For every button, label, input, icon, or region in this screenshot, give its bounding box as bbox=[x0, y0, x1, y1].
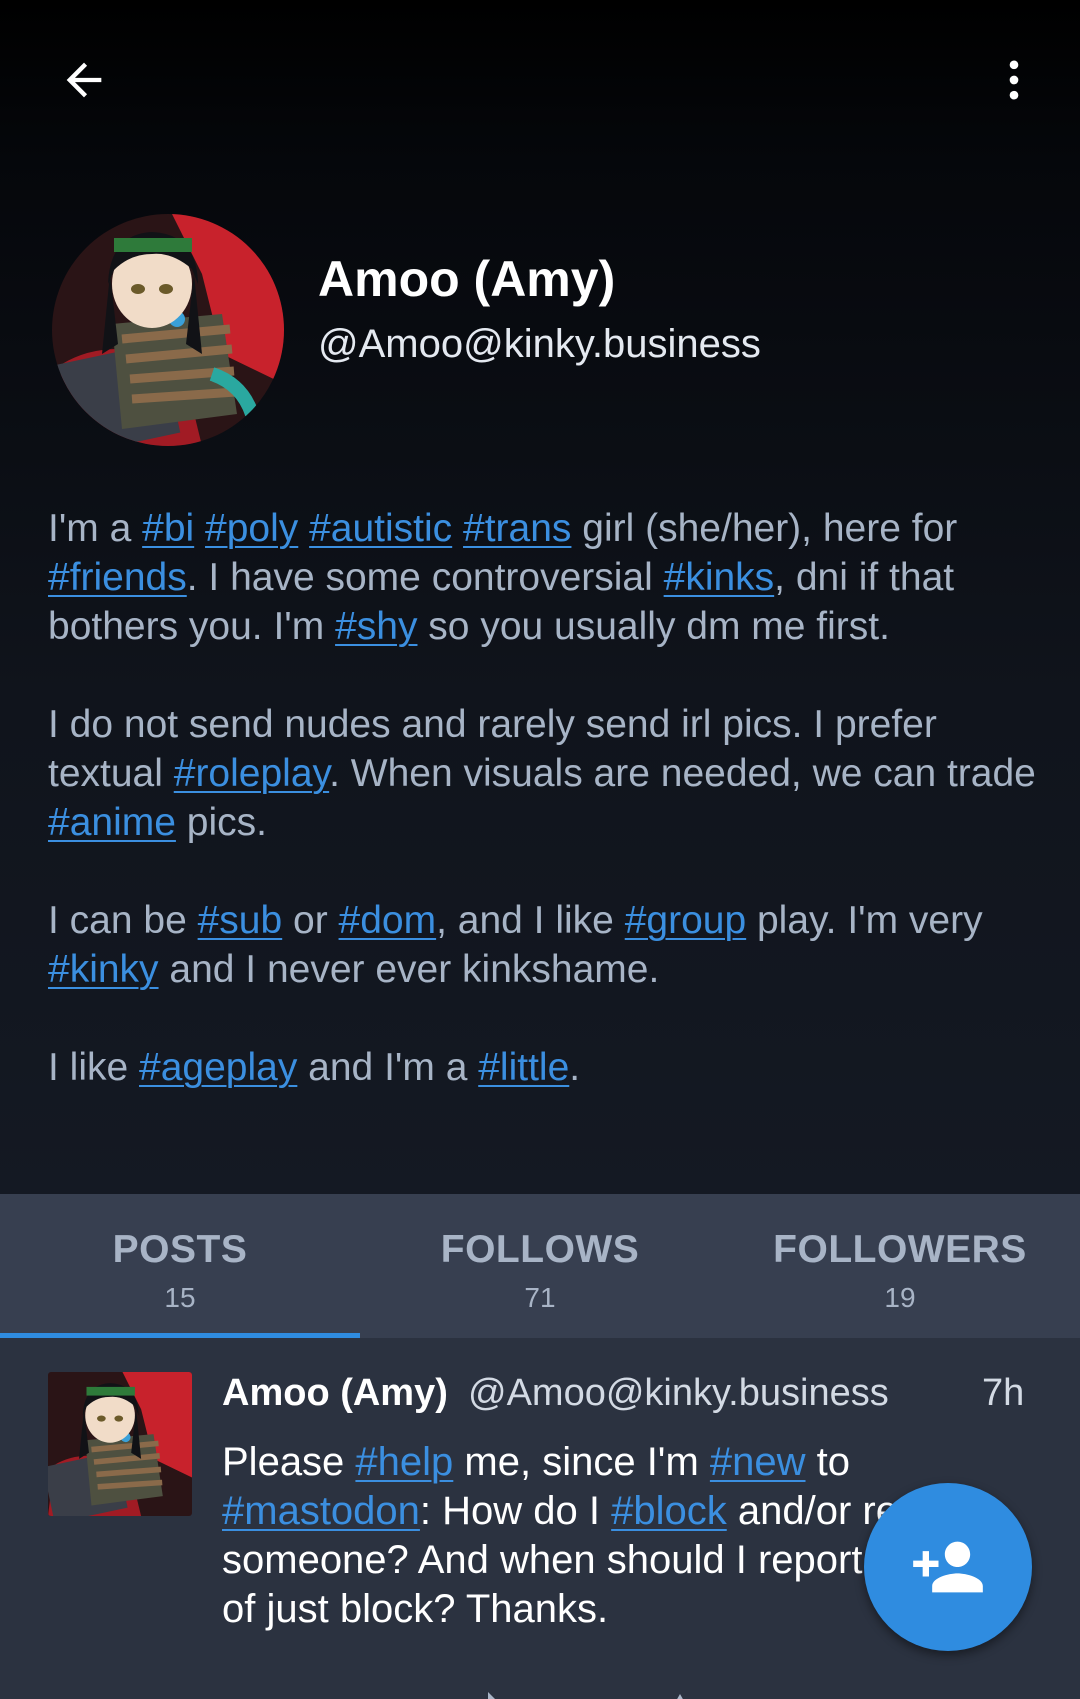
hashtag-link[interactable]: #shy bbox=[335, 605, 417, 648]
status-actions bbox=[480, 1678, 720, 1699]
tab-followers[interactable]: FOLLOWERS 19 bbox=[720, 1194, 1080, 1338]
bio-text: I'm a bbox=[48, 507, 143, 550]
bio-text bbox=[298, 507, 309, 550]
boost-icon bbox=[488, 1692, 495, 1699]
tab-count: 71 bbox=[524, 1282, 556, 1313]
status-timestamp: 7h bbox=[982, 1372, 1025, 1414]
bio-text: I like bbox=[48, 1046, 140, 1089]
bio-text: I can be bbox=[48, 899, 198, 942]
bio-text: and I never ever kinkshame. bbox=[158, 948, 660, 991]
bio-text: and I'm a bbox=[297, 1046, 479, 1089]
status-display-name: Amoo (Amy) bbox=[222, 1372, 448, 1414]
favourite-icon bbox=[677, 1694, 683, 1699]
hashtag-link[interactable]: #block bbox=[611, 1489, 727, 1533]
anime-avatar-image bbox=[52, 214, 284, 446]
profile-tabs: POSTS 15 FOLLOWS 71 FOLLOWERS 19 bbox=[0, 1194, 1080, 1338]
tab-follows[interactable]: FOLLOWS 71 bbox=[360, 1194, 720, 1338]
anime-avatar-image bbox=[48, 1372, 192, 1516]
bio-paragraph: I like #ageplay and I'm a #little. bbox=[48, 1043, 1048, 1092]
bio-text: pics. bbox=[175, 801, 267, 844]
hashtag-link[interactable]: #poly bbox=[205, 507, 298, 550]
profile-avatar[interactable] bbox=[52, 214, 284, 446]
hashtag-link[interactable]: #kinky bbox=[48, 948, 159, 991]
bio-text: or bbox=[282, 899, 339, 942]
bio-paragraph: I do not send nudes and rarely send irl … bbox=[48, 700, 1048, 847]
hashtag-link[interactable]: #roleplay bbox=[174, 752, 329, 795]
hashtag-link[interactable]: #sub bbox=[198, 899, 283, 942]
arrow-left-icon bbox=[66, 62, 102, 98]
status-text: to bbox=[805, 1440, 850, 1484]
hashtag-link[interactable]: #ageplay bbox=[139, 1046, 297, 1089]
hashtag-link[interactable]: #dom bbox=[339, 899, 437, 942]
profile-handle: @Amoo@kinky.business bbox=[318, 322, 761, 366]
more-vertical-icon bbox=[1009, 60, 1019, 100]
bio-text: . bbox=[569, 1046, 581, 1089]
bio-text: so you usually dm me first. bbox=[417, 605, 890, 648]
hashtag-link[interactable]: #bi bbox=[142, 507, 194, 550]
tab-posts[interactable]: POSTS 15 bbox=[0, 1194, 360, 1338]
profile-header: Amoo (Amy) @Amoo@kinky.business I'm a #b… bbox=[0, 0, 1080, 1194]
add-person-icon bbox=[913, 1541, 983, 1593]
hashtag-link[interactable]: #kinks bbox=[664, 556, 775, 599]
hashtag-link[interactable]: #trans bbox=[463, 507, 571, 550]
bio-text bbox=[194, 507, 205, 550]
tab-label: FOLLOWERS bbox=[773, 1228, 1027, 1271]
bio-text: . I have some controversial bbox=[186, 556, 664, 599]
profile-display-name: Amoo (Amy) bbox=[318, 251, 616, 307]
hashtag-link[interactable]: #anime bbox=[48, 801, 176, 844]
follow-button[interactable] bbox=[864, 1483, 1032, 1651]
hashtag-link[interactable]: #autistic bbox=[309, 507, 452, 550]
bio-paragraph: I can be #sub or #dom, and I like #group… bbox=[48, 896, 1048, 994]
tab-count: 15 bbox=[164, 1282, 196, 1313]
status-avatar[interactable] bbox=[48, 1372, 192, 1516]
bio-text: , and I like bbox=[436, 899, 625, 942]
bio-text: girl (she/her), here for bbox=[571, 507, 958, 550]
status-text: Please bbox=[222, 1440, 356, 1484]
tab-count: 19 bbox=[884, 1282, 916, 1313]
bio-text: . When visuals are needed, we can trade bbox=[329, 752, 1036, 795]
hashtag-link[interactable]: #mastodon bbox=[222, 1489, 420, 1533]
bio-text bbox=[452, 507, 463, 550]
bio-text: play. I'm very bbox=[746, 899, 983, 942]
tab-label: POSTS bbox=[112, 1228, 248, 1271]
hashtag-link[interactable]: #new bbox=[710, 1440, 806, 1484]
profile-bio: I'm a #bi #poly #autistic #trans girl (s… bbox=[48, 504, 1048, 1092]
hashtag-link[interactable]: #help bbox=[355, 1440, 453, 1484]
hashtag-link[interactable]: #group bbox=[625, 899, 746, 942]
status-text: : How do I bbox=[419, 1489, 612, 1533]
bio-paragraph: I'm a #bi #poly #autistic #trans girl (s… bbox=[48, 504, 1048, 651]
status-handle: @Amoo@kinky.business bbox=[468, 1372, 889, 1414]
hashtag-link[interactable]: #friends bbox=[48, 556, 187, 599]
tab-label: FOLLOWS bbox=[440, 1228, 640, 1271]
hashtag-link[interactable]: #little bbox=[478, 1046, 569, 1089]
status-text: me, since I'm bbox=[453, 1440, 710, 1484]
back-button[interactable] bbox=[36, 32, 132, 128]
more-options-button[interactable] bbox=[966, 32, 1062, 128]
